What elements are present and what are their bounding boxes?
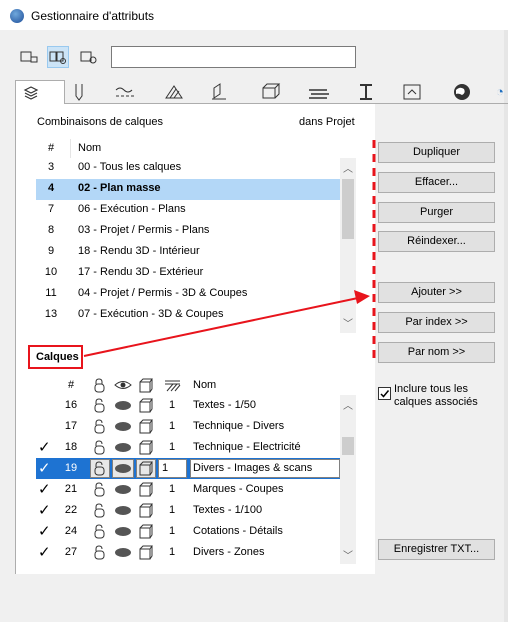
wireframe-icon[interactable] [138,545,154,560]
visibility-icon[interactable] [114,419,132,434]
checkmark-icon[interactable]: ✓ [38,438,51,456]
layer-row[interactable]: ✓ 22 1 Textes - 1/100 [36,500,340,521]
lock-icon[interactable] [92,440,108,455]
intersection-group[interactable]: 1 [169,441,175,453]
visibility-icon[interactable] [114,461,132,476]
include-associated-checkbox[interactable] [378,387,391,400]
scroll-up-icon[interactable]: ︿ [340,397,356,412]
checkmark-icon[interactable]: ✓ [38,501,51,519]
column-header-name[interactable]: Nom [193,379,216,391]
wireframe-icon[interactable] [138,524,154,539]
intersection-group[interactable]: 1 [169,525,175,537]
wireframe-icon[interactable] [138,503,154,518]
intersection-group[interactable]: 1 [162,462,168,474]
layer-row[interactable]: ✓ 24 1 Cotations - Détails [36,521,340,542]
wireframe-icon[interactable] [138,398,154,413]
include-associated-label-1: Inclure tous les [394,383,468,395]
include-associated-label-2: calques associés [394,396,478,408]
visibility-icon[interactable] [114,503,132,518]
layer-name: Textes - 1/50 [193,399,256,411]
layer-number: 21 [64,483,78,495]
wireframe-icon[interactable] [138,419,154,434]
checkmark-icon[interactable]: ✓ [38,459,51,477]
layer-number: 19 [64,462,78,474]
layer-number: 24 [64,525,78,537]
visibility-icon[interactable] [114,545,132,560]
scroll-down-icon[interactable]: ﹀ [340,547,356,562]
column-header-number[interactable]: # [56,379,86,391]
layer-row[interactable]: ✓ 21 1 Marques - Coupes [36,479,340,500]
visibility-icon[interactable] [114,440,132,455]
lock-icon[interactable] [92,524,108,539]
scroll-thumb[interactable] [342,437,354,455]
layer-name-input[interactable]: Divers - Images & scans [193,462,312,474]
visibility-icon[interactable] [114,398,132,413]
layers-scrollbar[interactable]: ︿ ﹀ [340,395,356,564]
layers-list: # Nom 16 1 Textes - 1/50 17 1 Technique … [36,376,356,564]
layer-number: 16 [64,399,78,411]
intersection-group[interactable]: 1 [169,420,175,432]
layer-name: Cotations - Détails [193,525,283,537]
visibility-icon[interactable] [114,482,132,497]
lock-icon[interactable] [92,545,108,560]
layer-row-selected[interactable]: ✓ 19 1 Divers - Images & scans [36,458,340,479]
layer-name: Technique - Divers [193,420,285,432]
layer-name: Textes - 1/100 [193,504,263,516]
checkmark-icon[interactable]: ✓ [38,522,51,540]
layer-row[interactable]: 16 1 Textes - 1/50 [36,395,340,416]
layer-number: 22 [64,504,78,516]
lock-icon[interactable] [92,503,108,518]
layers-title: Calques [36,351,79,363]
layer-row[interactable]: 17 1 Technique - Divers [36,416,340,437]
lock-column-icon[interactable] [92,378,108,393]
lock-icon[interactable] [92,398,108,413]
intersection-group[interactable]: 1 [169,399,175,411]
wireframe-column-icon[interactable] [138,378,154,393]
layer-name: Divers - Zones [193,546,265,558]
lock-icon[interactable] [92,419,108,434]
save-txt-button[interactable]: Enregistrer TXT... [378,539,495,560]
checkmark-icon[interactable]: ✓ [38,543,51,561]
wireframe-icon[interactable] [138,440,154,455]
wireframe-icon[interactable] [138,482,154,497]
intersection-column-icon[interactable] [163,378,181,393]
layer-name: Technique - Electricité [193,441,301,453]
layer-row[interactable]: ✓ 27 1 Divers - Zones [36,542,340,563]
visibility-column-icon[interactable] [114,378,132,393]
layer-number: 27 [64,546,78,558]
layer-number: 18 [64,441,78,453]
intersection-group[interactable]: 1 [169,483,175,495]
lock-icon[interactable] [92,482,108,497]
intersection-group[interactable]: 1 [169,546,175,558]
layer-row[interactable]: ✓ 18 1 Technique - Electricité [36,437,340,458]
wireframe-icon[interactable] [138,461,154,476]
layer-number: 17 [64,420,78,432]
lock-icon[interactable] [92,461,108,476]
intersection-group[interactable]: 1 [169,504,175,516]
checkmark-icon[interactable]: ✓ [38,480,51,498]
visibility-icon[interactable] [114,524,132,539]
layer-name: Marques - Coupes [193,483,284,495]
